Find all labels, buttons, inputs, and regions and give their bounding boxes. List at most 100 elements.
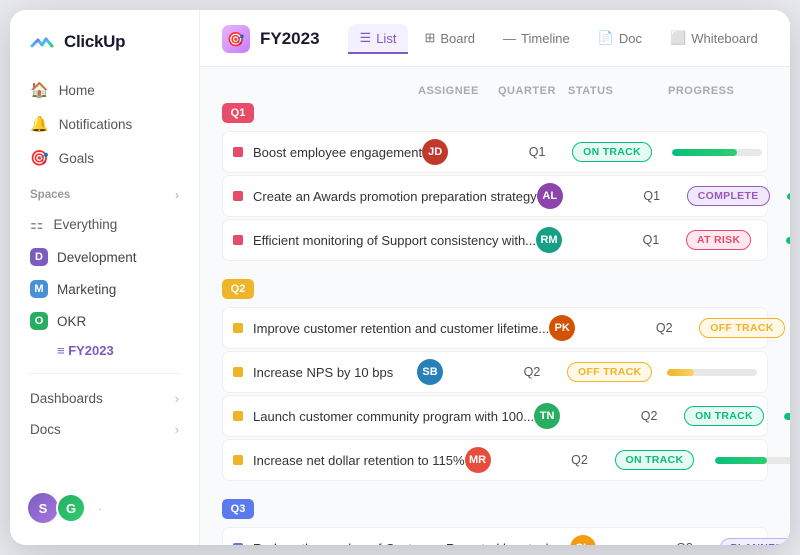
quarters-container: Q1Boost employee engagementJDQ1ON TRACKC…	[222, 103, 768, 545]
task-name-cell: Improve customer retention and customer …	[233, 321, 549, 336]
sidebar-item-goals[interactable]: 🎯 Goals	[20, 142, 189, 174]
task-name-text: Launch customer community program with 1…	[253, 409, 534, 424]
sidebar: ClickUp 🏠 Home 🔔 Notifications 🎯 Goals S…	[10, 10, 200, 545]
app-window: ClickUp 🏠 Home 🔔 Notifications 🎯 Goals S…	[10, 10, 790, 545]
quarter-label-q1: Q1	[222, 103, 254, 123]
sidebar-item-fy2023[interactable]: ≡ FY2023	[20, 338, 189, 363]
sidebar-item-dashboards[interactable]: Dashboards ›	[20, 384, 189, 413]
task-row[interactable]: Improve customer retention and customer …	[222, 307, 768, 349]
status-badge: ON TRACK	[572, 142, 652, 162]
task-name-cell: Boost employee engagement	[233, 145, 422, 160]
quarter-q2: Q2 Improve customer retention and custome…	[222, 279, 768, 481]
task-row[interactable]: Launch customer community program with 1…	[222, 395, 768, 437]
assignee-avatar: PK	[549, 315, 575, 341]
progress-bar-fill	[786, 237, 790, 244]
status-badge: AT RISK	[686, 230, 751, 250]
task-row[interactable]: Boost employee engagementJDQ1ON TRACK	[222, 131, 768, 173]
sidebar-item-label: Development	[57, 250, 137, 265]
assignee-avatar: RM	[536, 227, 562, 253]
tab-timeline-label: Timeline	[521, 31, 570, 46]
assignee-avatar: CL	[570, 535, 596, 545]
col-quarter: QUARTER	[498, 85, 568, 97]
tab-doc-label: Doc	[619, 31, 642, 46]
status-badge: ON TRACK	[684, 406, 764, 426]
grid-icon: ⚏	[30, 215, 43, 233]
sidebar-item-everything[interactable]: ⚏ Everything	[20, 208, 189, 240]
sidebar-item-development[interactable]: D Development	[20, 242, 189, 272]
status-badge: COMPLETE	[687, 186, 770, 206]
sidebar-divider	[28, 373, 181, 374]
task-row[interactable]: Increase NPS by 10 bpsSBQ2OFF TRACK	[222, 351, 768, 393]
task-quarter: Q3	[650, 541, 720, 545]
task-row[interactable]: Efficient monitoring of Support consiste…	[222, 219, 768, 261]
tab-list[interactable]: ☰ List	[348, 24, 409, 54]
sidebar-item-label: OKR	[57, 314, 86, 329]
header-tabs: ☰ List ⊞ Board — Timeline 📄 Doc	[348, 24, 770, 54]
sidebar-item-home[interactable]: 🏠 Home	[20, 74, 189, 106]
tab-doc[interactable]: 📄 Doc	[586, 24, 654, 54]
status-badge: OFF TRACK	[699, 318, 784, 338]
task-quarter: Q1	[617, 189, 687, 203]
dev-dot: D	[30, 248, 48, 266]
avatar-dots: ·	[98, 501, 102, 516]
progress-bar-background	[787, 193, 790, 200]
spaces-label: Spaces	[30, 189, 70, 201]
task-name-cell: Create an Awards promotion preparation s…	[233, 189, 537, 204]
sidebar-item-label: Everything	[53, 217, 117, 232]
sidebar-bottom-nav: Dashboards › Docs ›	[10, 384, 199, 444]
task-name-cell: Reduce the number of Customer-Reported b…	[233, 541, 570, 546]
sidebar-item-docs[interactable]: Docs ›	[20, 415, 189, 444]
task-color-dot	[233, 235, 243, 245]
task-quarter: Q2	[614, 409, 684, 423]
header-top: 🎯 FY2023 ☰ List ⊞ Board — Timeline	[222, 24, 768, 54]
sidebar-item-label: Home	[59, 83, 95, 98]
spaces-nav: ⚏ Everything D Development M Marketing O…	[10, 208, 199, 363]
sidebar-item-marketing[interactable]: M Marketing	[20, 274, 189, 304]
task-row[interactable]: Create an Awards promotion preparation s…	[222, 175, 768, 217]
doc-icon: 📄	[598, 30, 614, 46]
tab-board-label: Board	[440, 31, 475, 46]
quarter-q1: Q1Boost employee engagementJDQ1ON TRACKC…	[222, 103, 768, 261]
tab-board[interactable]: ⊞ Board	[412, 24, 487, 54]
sidebar-item-label: Notifications	[59, 117, 133, 132]
sidebar-item-label: Goals	[59, 151, 94, 166]
task-color-dot	[233, 147, 243, 157]
task-quarter: Q1	[502, 145, 572, 159]
task-row[interactable]: Reduce the number of Customer-Reported b…	[222, 527, 768, 545]
dashboards-label: Dashboards	[30, 391, 103, 406]
task-row[interactable]: Increase net dollar retention to 115%MRQ…	[222, 439, 768, 481]
tab-timeline[interactable]: — Timeline	[491, 25, 582, 54]
progress-bar-fill	[787, 193, 790, 200]
assignee-avatar: TN	[534, 403, 560, 429]
progress-bar-fill	[667, 369, 694, 376]
whiteboard-icon: ⬜	[670, 30, 686, 46]
progress-bar-fill	[784, 413, 790, 420]
task-name-text: Increase NPS by 10 bps	[253, 365, 393, 380]
progress-bar-fill	[672, 149, 737, 156]
tab-whiteboard[interactable]: ⬜ Whiteboard	[658, 24, 770, 54]
task-quarter: Q1	[616, 233, 686, 247]
task-name-cell: Launch customer community program with 1…	[233, 409, 534, 424]
task-name-text: Increase net dollar retention to 115%	[253, 453, 465, 468]
task-quarter: Q2	[497, 365, 567, 379]
col-task	[260, 85, 418, 97]
sidebar-item-notifications[interactable]: 🔔 Notifications	[20, 108, 189, 140]
docs-arrow-icon: ›	[175, 422, 179, 437]
progress-bar-fill	[715, 457, 767, 464]
docs-label: Docs	[30, 422, 61, 437]
mkt-dot: M	[30, 280, 48, 298]
status-badge: PLANNED	[720, 538, 791, 545]
sidebar-item-okr[interactable]: O OKR	[20, 306, 189, 336]
task-quarter: Q2	[545, 453, 615, 467]
quarter-q3: Q3 Reduce the number of Customer-Reported…	[222, 499, 768, 545]
task-name-cell: Increase net dollar retention to 115%	[233, 453, 465, 468]
main-header: 🎯 FY2023 ☰ List ⊞ Board — Timeline	[200, 10, 790, 67]
progress-cell	[787, 193, 790, 200]
progress-cell	[715, 457, 790, 464]
table-area[interactable]: ASSIGNEE QUARTER STATUS PROGRESS Q1Boost…	[200, 67, 790, 545]
tab-whiteboard-label: Whiteboard	[691, 31, 757, 46]
task-name-text: Efficient monitoring of Support consiste…	[253, 233, 536, 248]
column-headers: ASSIGNEE QUARTER STATUS PROGRESS	[222, 85, 768, 103]
task-name-cell: Efficient monitoring of Support consiste…	[233, 233, 536, 248]
progress-bar-background	[672, 149, 762, 156]
